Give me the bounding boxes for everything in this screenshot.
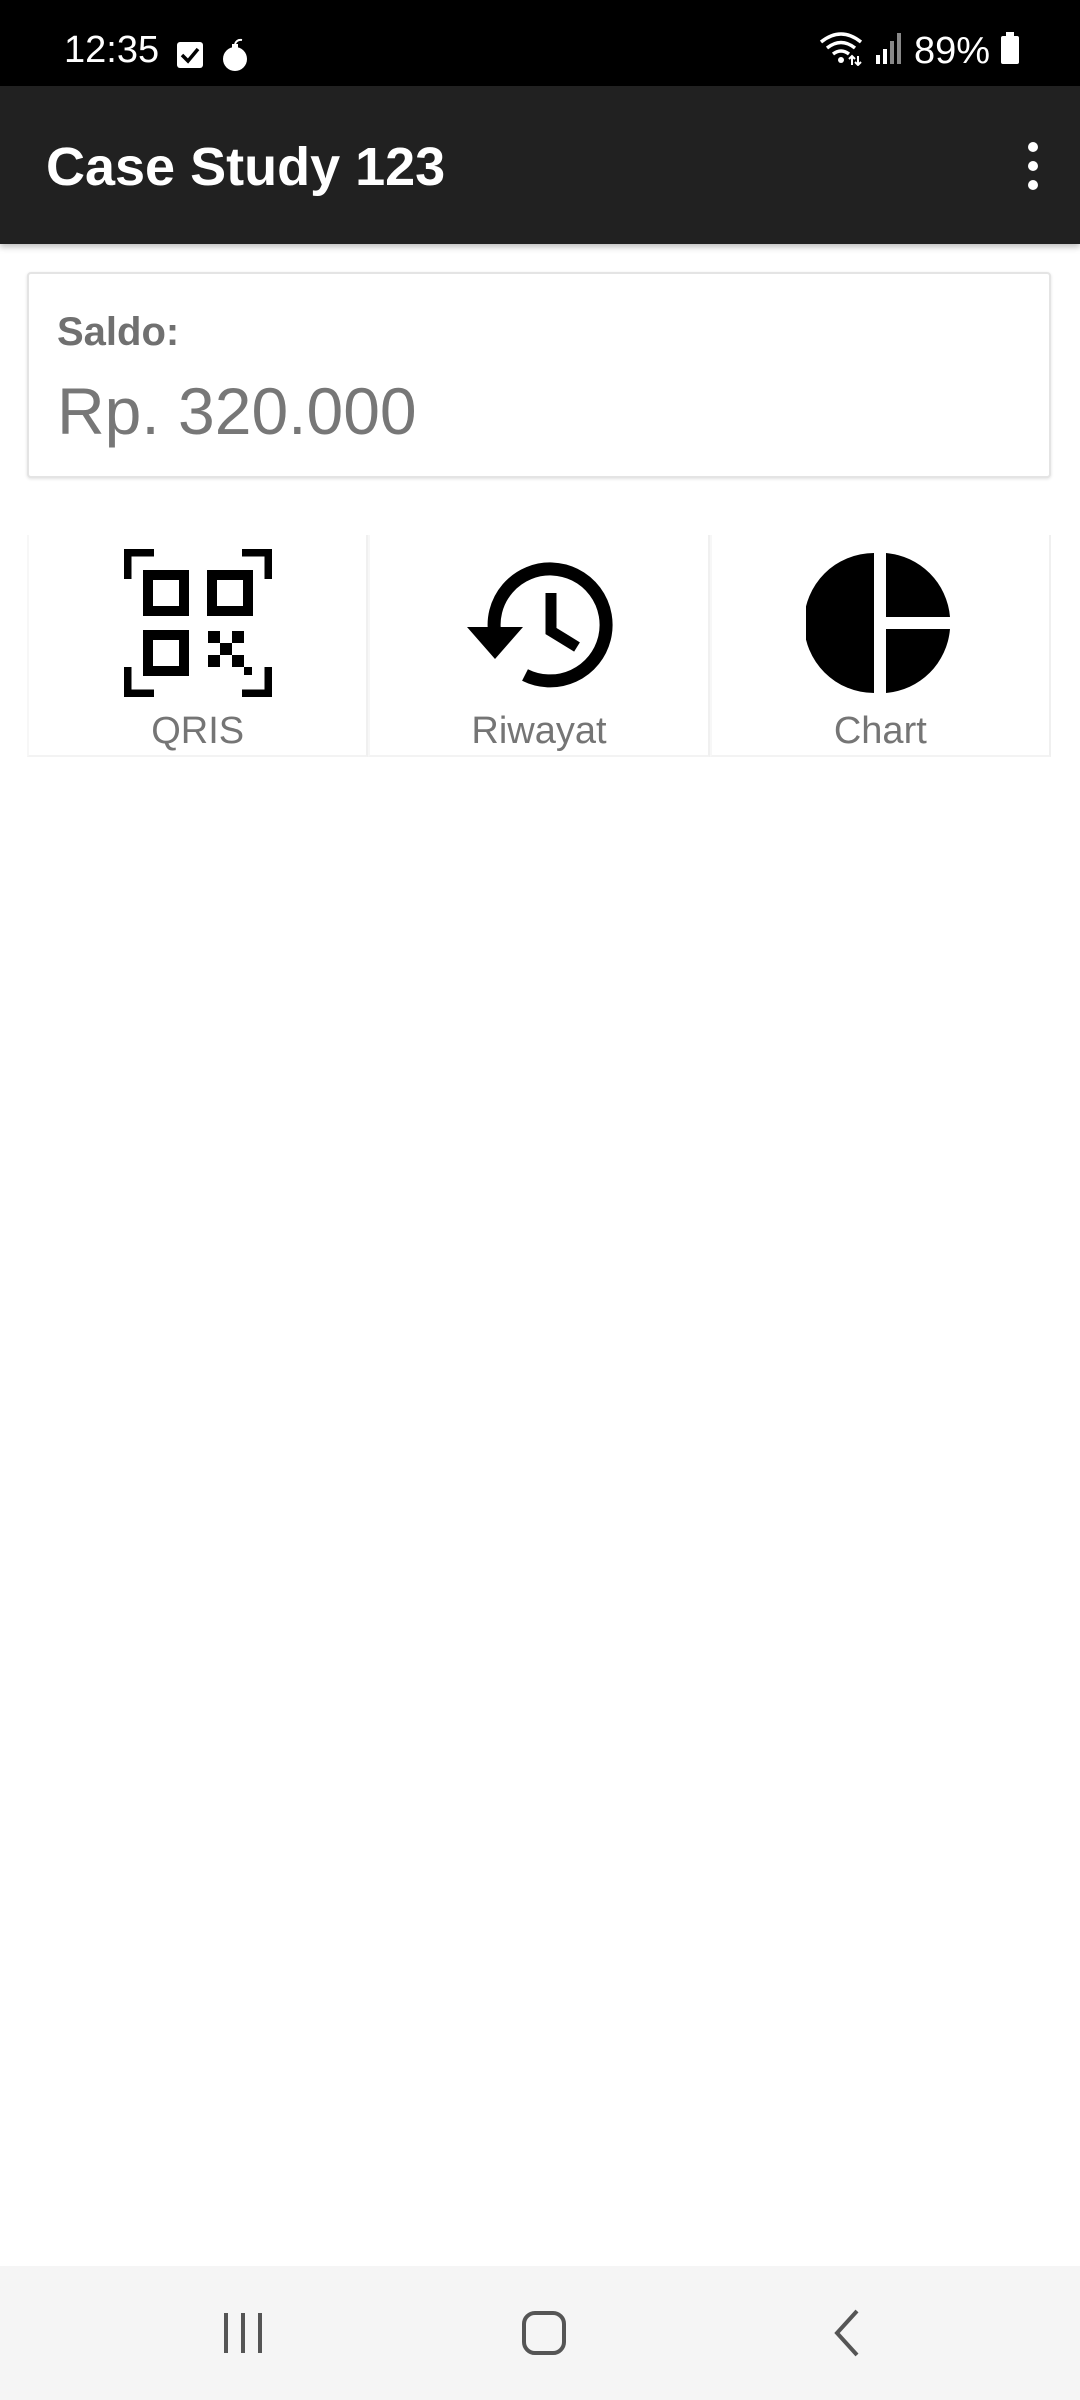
status-time: 12:35: [64, 29, 160, 71]
recent-apps-icon[interactable]: [198, 2298, 288, 2368]
app-title: Case Study 123: [46, 137, 446, 197]
status-system-icons: 89%: [818, 30, 1020, 71]
menu-grid: QRIS Riwayat Chart: [27, 535, 1051, 757]
more-vert-icon[interactable]: [1000, 126, 1066, 206]
app-screen: 12:35 89% Case Study 123 Saldo: Rp. 320.…: [0, 0, 1080, 2400]
system-nav-bar: [0, 2266, 1080, 2400]
menu-label-chart: Chart: [833, 710, 927, 752]
menu-label-riwayat: Riwayat: [471, 710, 607, 752]
history-icon: [465, 549, 613, 697]
wifi-icon: [818, 30, 864, 71]
check-notification-icon: [176, 41, 204, 74]
qr-code-icon: [120, 545, 276, 701]
menu-item-qris[interactable]: QRIS: [27, 535, 369, 757]
back-icon[interactable]: [802, 2298, 892, 2368]
home-icon[interactable]: [499, 2298, 589, 2368]
menu-label-qris: QRIS: [151, 710, 245, 752]
balance-label: Saldo:: [57, 310, 180, 354]
status-bar: 12:35 89%: [0, 0, 1080, 86]
battery-icon: [1000, 31, 1020, 70]
menu-item-chart[interactable]: Chart: [709, 535, 1051, 757]
signal-icon: [874, 31, 904, 70]
balance-card: Saldo: Rp. 320.000: [27, 272, 1051, 478]
status-notification-icons: [176, 38, 250, 77]
bomb-notification-icon: [220, 38, 250, 77]
app-bar: Case Study 123: [0, 86, 1080, 244]
battery-percent: 89%: [913, 29, 990, 72]
menu-item-riwayat[interactable]: Riwayat: [368, 535, 710, 757]
pie-chart-icon: [804, 549, 954, 697]
balance-value: Rp. 320.000: [57, 374, 417, 448]
